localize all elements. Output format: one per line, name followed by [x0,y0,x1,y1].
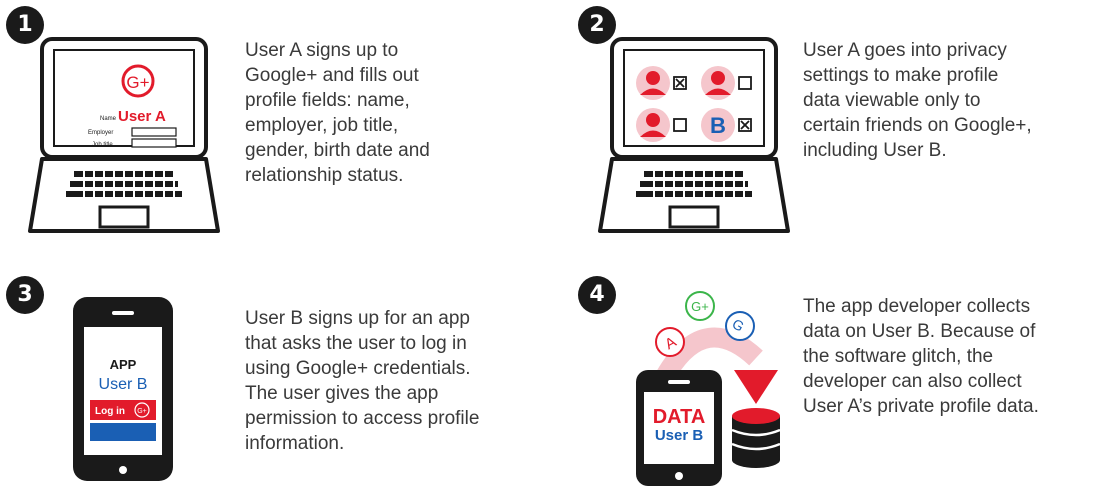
employer-field-label: Employer [88,130,113,136]
user-b-label-4: User B [655,427,704,444]
laptop-1-trackpad [98,205,150,229]
checkbox-checked-1 [673,76,687,90]
bubble-gplus-label: G+ [691,299,709,314]
step-4-illustration: A G+ G DATA User B [636,291,781,486]
step-2-description: User A goes into privacy settings to mak… [803,40,1032,161]
arrow-head-icon [734,370,778,404]
step-3-description: User B signs up for an app that asks the… [245,308,480,454]
phone-4-home-button [675,472,683,480]
user-b-label: User B [99,376,148,393]
step-3-number: 3 [6,276,44,314]
friend-avatar-1 [636,66,670,100]
phone-3-illustration: APP User B Log in G+ [73,297,173,481]
gplus-icon-label: G+ [126,73,149,92]
checkbox-checked-b [738,118,752,132]
phone-4-speaker [668,380,690,384]
jobtitle-field [131,138,177,148]
phone-3-home-button [119,466,127,474]
phone-3-speaker [112,311,134,315]
jobtitle-field-label: Job title [92,142,113,148]
database-icon [731,408,781,468]
blue-bar [90,423,156,441]
login-gplus-label: G+ [137,408,147,415]
app-label: APP [110,357,137,372]
step-4-description: The app developer collects data on User … [803,296,1039,417]
data-label: DATA [653,406,706,428]
laptop-1-illustration: G+ Name User A Employer Job title [28,37,220,233]
checkbox-unchecked-3 [673,118,687,132]
laptop-2-illustration: B [598,37,790,233]
step-1-description: User A signs up to Google+ and fills out… [245,40,430,186]
friend-avatar-2 [701,66,735,100]
laptop-2-trackpad [668,205,720,229]
checkbox-unchecked-2 [738,76,752,90]
name-field-label: Name [100,116,117,122]
login-button-label: Log in [95,406,125,417]
user-a-name: User A [118,108,166,125]
employer-field [131,127,177,137]
friend-avatar-3 [636,108,670,142]
friend-b-label: B [710,113,726,138]
